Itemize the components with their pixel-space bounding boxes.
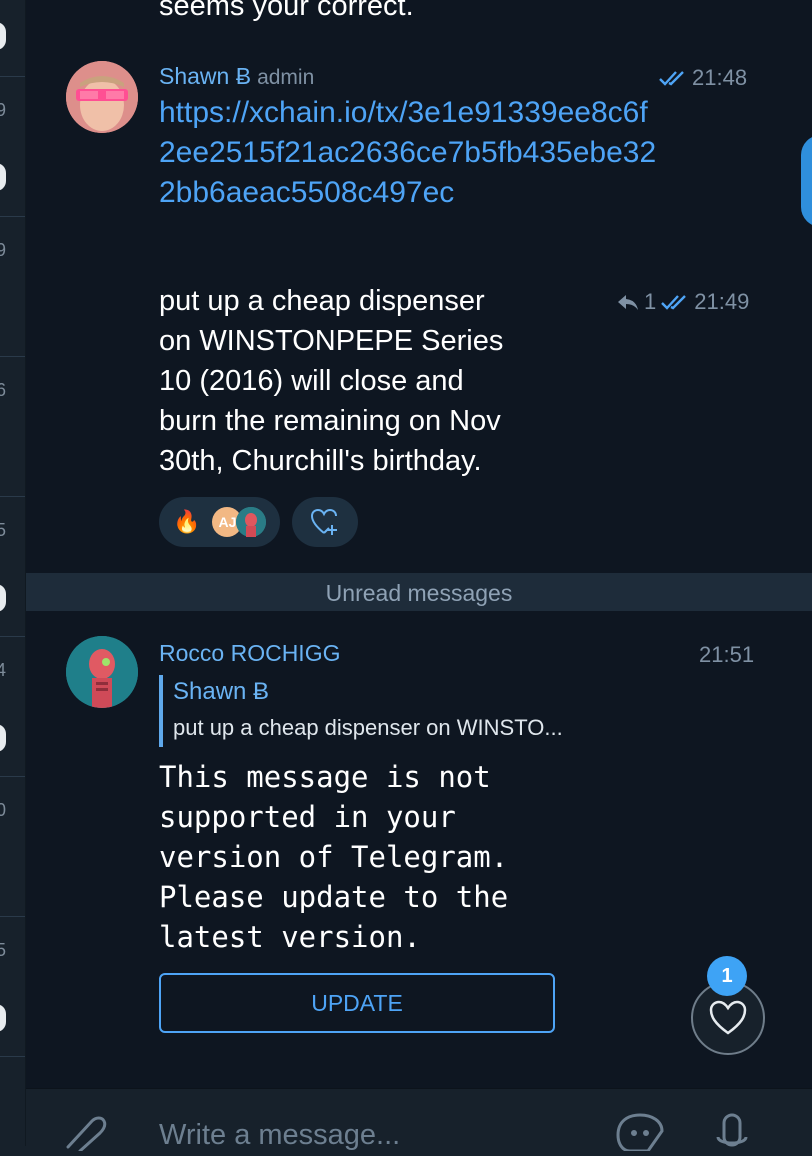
chat-list-row[interactable] bbox=[0, 636, 25, 777]
emoji-button[interactable] bbox=[612, 1111, 668, 1156]
reactor-avatar-image bbox=[236, 507, 267, 537]
unread-separator: Unread messages bbox=[26, 573, 812, 611]
unsupported-message-text: This message is not supported in your ve… bbox=[159, 760, 509, 954]
heart-plus-icon bbox=[311, 508, 338, 535]
message-time: 21:49 bbox=[694, 289, 750, 314]
fire-icon: 🔥 bbox=[173, 509, 201, 534]
reactions-bar: 🔥 AJ bbox=[159, 497, 359, 547]
admin-badge: admin bbox=[257, 66, 315, 89]
avatar[interactable] bbox=[66, 636, 138, 708]
avatar-shawn-image bbox=[66, 61, 138, 133]
update-button[interactable]: UPDATE bbox=[159, 973, 555, 1033]
chat-list-row[interactable] bbox=[0, 76, 25, 217]
message-text: put up a cheap dispenser on WINSTONPEPE … bbox=[159, 281, 503, 481]
message-time: 21:48 bbox=[692, 65, 748, 90]
chat-history[interactable]: seems your correct. Shawn Ƀadmin 21:48 h… bbox=[26, 0, 812, 1088]
chat-list-row[interactable] bbox=[0, 216, 25, 357]
floating-bubble[interactable] bbox=[801, 135, 812, 227]
paperclip-icon bbox=[66, 1116, 107, 1153]
sender-name-text: Shawn Ƀ bbox=[159, 63, 252, 89]
avatar[interactable] bbox=[66, 61, 138, 133]
message-composer: Write a message... bbox=[26, 1088, 812, 1153]
message-meta: 21:48 bbox=[658, 65, 747, 91]
avatar-rocco-image bbox=[66, 636, 138, 708]
chat-list-row[interactable] bbox=[0, 496, 25, 637]
sender-name[interactable]: Shawn Ƀadmin bbox=[159, 63, 314, 90]
message-line: put up a cheap dispenser bbox=[159, 285, 485, 317]
message-link[interactable]: https://xchain.io/tx/3e1e91339ee8c6f2ee2… bbox=[159, 93, 659, 213]
reply-arrow-icon bbox=[618, 295, 638, 310]
sender-name[interactable]: Rocco ROCHIGG bbox=[159, 640, 340, 667]
unread-reactions-badge: 1 bbox=[707, 956, 747, 996]
reaction-fire[interactable]: 🔥 AJ bbox=[159, 497, 281, 547]
message-meta: 1 21:49 bbox=[616, 289, 749, 315]
chat-list-strip[interactable]: 9 9 6 5 4 0 5 bbox=[0, 0, 26, 1146]
chat-list-row[interactable] bbox=[0, 776, 25, 917]
reply-quote-name: Shawn Ƀ bbox=[173, 678, 270, 705]
voice-button[interactable] bbox=[714, 1109, 750, 1154]
message-line: burn the remaining on Nov bbox=[159, 405, 501, 437]
message-line: 30th, Churchill's birthday. bbox=[159, 445, 482, 477]
message-text: seems your correct. bbox=[159, 0, 414, 22]
message-line: on WINSTONPEPE Series bbox=[159, 325, 504, 357]
chat-list-row[interactable] bbox=[0, 916, 25, 1057]
reply-count: 1 bbox=[644, 289, 657, 314]
reply-quote[interactable]: Shawn Ƀ put up a cheap dispenser on WINS… bbox=[159, 675, 653, 747]
message-input[interactable]: Write a message... bbox=[159, 1119, 400, 1152]
sticker-icon bbox=[616, 1113, 664, 1153]
message-time: 21:51 bbox=[699, 642, 755, 667]
add-reaction-button[interactable] bbox=[292, 497, 359, 547]
chat-list-row[interactable] bbox=[0, 0, 25, 77]
attach-button[interactable] bbox=[62, 1111, 112, 1156]
microphone-icon bbox=[716, 1113, 748, 1147]
double-check-icon bbox=[661, 295, 687, 310]
reply-quote-text: put up a cheap dispenser on WINSTO... bbox=[173, 715, 563, 740]
double-check-icon bbox=[659, 71, 684, 86]
chat-list-row[interactable] bbox=[0, 356, 25, 497]
heart-icon bbox=[709, 1000, 747, 1035]
message-line: 10 (2016) will close and bbox=[159, 365, 464, 397]
reactor-avatar bbox=[236, 507, 267, 537]
